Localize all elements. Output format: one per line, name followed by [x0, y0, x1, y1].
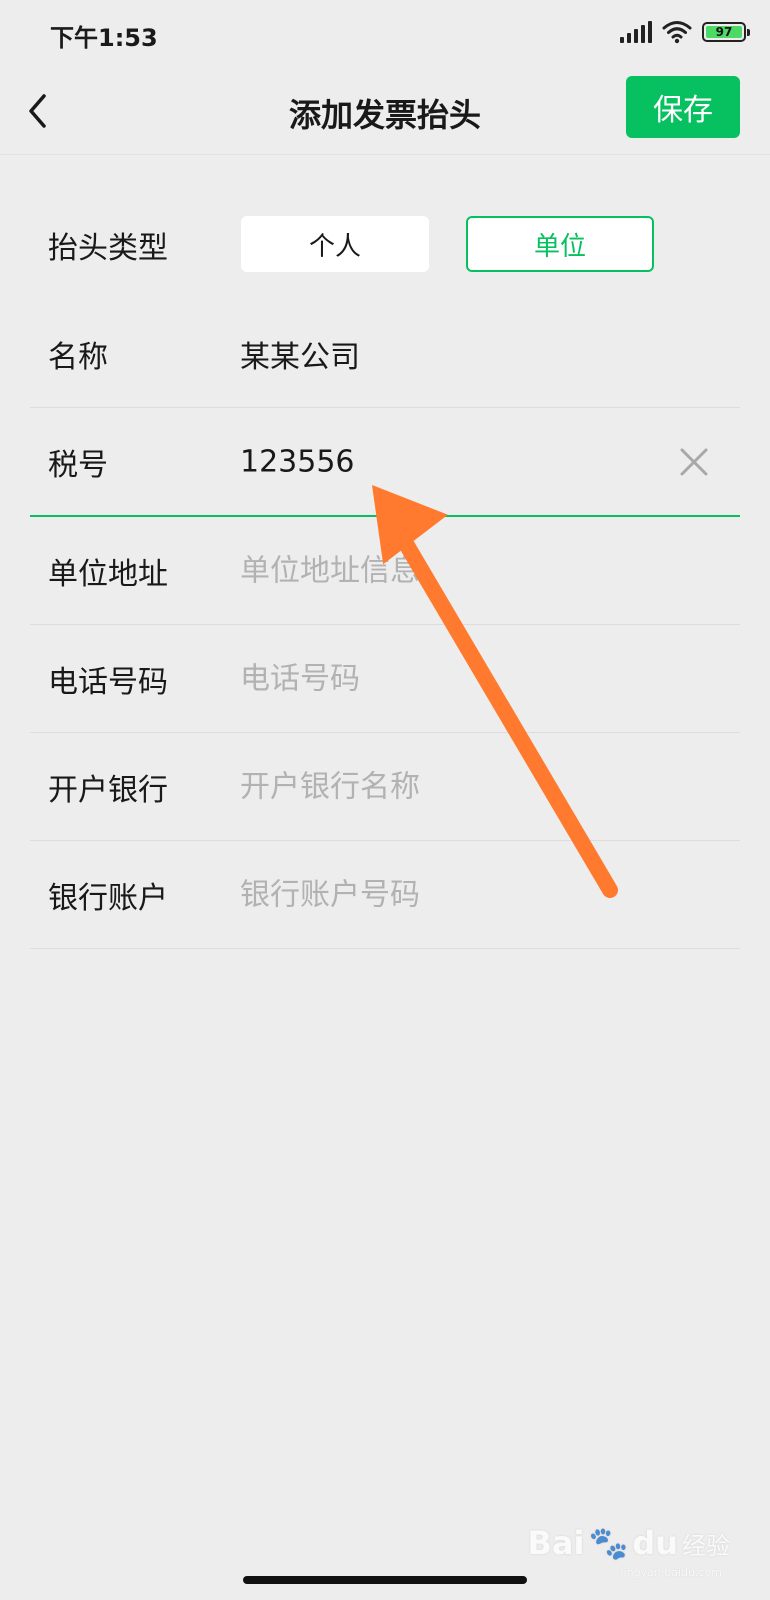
wifi-icon [662, 21, 692, 44]
home-indicator[interactable] [243, 1576, 527, 1584]
tax-id-field[interactable]: 123556 [240, 444, 640, 479]
watermark-logo: Bai 🐾 du 经验 jingyan.baidu.com [527, 1524, 730, 1579]
name-label: 名称 [48, 339, 108, 375]
type-personal-button[interactable]: 个人 [241, 216, 429, 272]
battery-level: 97 [715, 25, 733, 39]
watermark-paw-icon: 🐾 [588, 1524, 629, 1562]
close-icon [680, 448, 708, 475]
phone-label: 电话号码 [48, 664, 168, 700]
type-company-button[interactable]: 单位 [466, 216, 654, 272]
title-type-label: 抬头类型 [48, 231, 168, 266]
status-icons: 97 [620, 20, 750, 44]
clear-button[interactable] [676, 444, 712, 480]
account-label: 银行账户 [48, 880, 168, 916]
watermark-brand-du: du [632, 1524, 678, 1562]
form-row-account: 银行账户 [30, 841, 740, 949]
battery-icon: 97 [702, 22, 750, 42]
save-button[interactable]: 保存 [626, 76, 740, 138]
signal-icon [620, 21, 652, 43]
bank-field[interactable] [240, 769, 640, 804]
status-bar: 下午1:53 97 [0, 0, 770, 70]
tax-id-label: 税号 [48, 447, 108, 483]
title-type-row: 抬头类型 个人 单位 [30, 190, 740, 300]
watermark-url: jingyan.baidu.com [620, 1566, 722, 1579]
form-row-tax-id: 税号 123556 [30, 408, 740, 517]
bank-label: 开户银行 [48, 772, 168, 808]
name-field[interactable]: 某某公司 [240, 332, 640, 376]
address-label: 单位地址 [48, 556, 168, 592]
address-field[interactable] [240, 553, 640, 588]
status-time: 下午1:53 [50, 24, 158, 52]
watermark-brand: Bai [527, 1524, 585, 1562]
form-row-name: 名称 某某公司 [30, 300, 740, 408]
form-row-bank: 开户银行 [30, 733, 740, 841]
watermark-sub: 经验 [682, 1531, 730, 1560]
account-field[interactable] [240, 877, 640, 912]
form-row-phone: 电话号码 [30, 625, 740, 733]
nav-bar: 添加发票抬头 保存 [0, 70, 770, 155]
invoice-form: 抬头类型 个人 单位 名称 某某公司 税号 123556 单位地址 电话号码 开… [30, 190, 740, 949]
form-row-address: 单位地址 [30, 517, 740, 625]
phone-field[interactable] [240, 661, 640, 696]
